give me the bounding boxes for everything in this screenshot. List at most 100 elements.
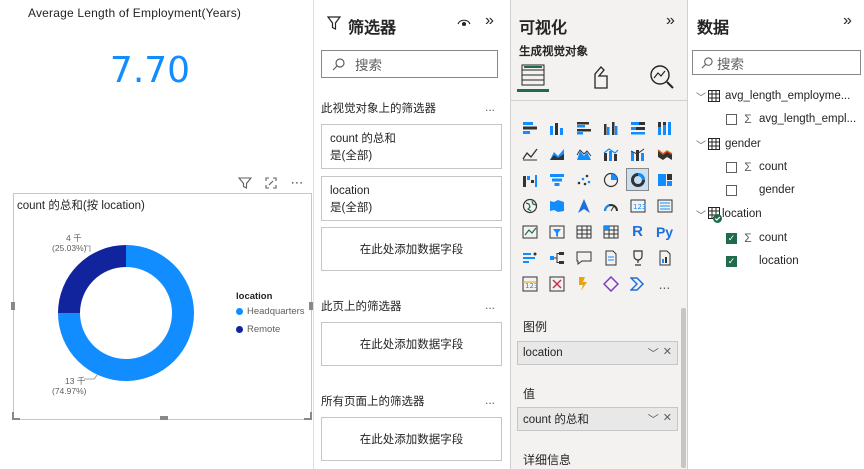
treemap-icon[interactable] [654,169,675,190]
filter-card-count[interactable]: count 的总和 是(全部) [321,124,502,169]
kpi-icon[interactable] [519,221,540,242]
more-options-icon[interactable]: ⋯ [288,174,306,192]
power-apps-diamond-icon[interactable] [600,273,621,294]
field-checkbox[interactable] [726,161,737,173]
map-icon[interactable] [519,195,540,216]
qna-icon[interactable] [573,247,594,268]
collapse-chevron-icon[interactable]: » [485,12,494,30]
table-name: location [722,208,762,220]
eye-icon[interactable] [457,17,471,29]
r-visual-icon[interactable]: R [627,221,648,242]
table-icon[interactable] [573,221,594,242]
build-visual-label: 生成视觉对象 [519,46,588,58]
close-icon[interactable]: ✕ [663,411,672,427]
analytics-icon[interactable] [649,64,675,95]
sigma-icon: Σ [744,112,752,126]
legend-item-headquarters[interactable]: Headquarters [236,306,305,317]
add-all-pages-filter-field[interactable]: 在此处添加数据字段 [321,417,502,461]
legend-well-field[interactable]: location ﹀ ✕ [517,341,678,365]
stacked-area-icon[interactable] [573,143,594,164]
power-automate-flow-icon[interactable] [627,273,648,294]
matrix-icon[interactable] [600,221,621,242]
scatter-chart-icon[interactable] [573,169,594,190]
field-checkbox-checked[interactable]: ✓ [726,255,737,267]
stacked-bar-icon[interactable] [519,117,540,138]
clustered-bar-icon[interactable] [573,117,594,138]
line-clustered-column-icon[interactable] [600,143,621,164]
python-visual-icon[interactable]: Py [654,221,675,242]
gauge-icon[interactable] [600,195,621,216]
resize-corner-bottom-right[interactable] [304,412,312,420]
filter-state: 是(全部) [330,150,373,162]
area-chart-icon[interactable] [546,143,567,164]
legend-marker [236,308,243,315]
chevron-down-icon[interactable]: ﹀ [648,345,659,361]
resize-corner-bottom-left[interactable] [12,412,20,420]
metrics-trophy-icon[interactable] [627,247,648,268]
focus-mode-icon[interactable] [262,174,280,192]
stacked-column-icon[interactable] [546,117,567,138]
build-visual-tab[interactable] [517,60,549,92]
table-location[interactable]: ﹀ location [696,204,762,224]
field-checkbox[interactable] [726,113,737,125]
filters-search-input[interactable]: 搜索 [321,50,498,78]
search-placeholder: 搜索 [355,58,382,73]
visual-header-toolbar: ⋯ [236,174,306,192]
ribbon-chart-icon[interactable] [654,143,675,164]
field-avg-length-employment[interactable]: Σ avg_length_empl... [726,109,856,129]
power-apps-icon[interactable] [546,273,567,294]
more-options-icon[interactable]: ... [485,393,495,407]
close-icon[interactable]: ✕ [663,345,672,361]
more-options-icon[interactable]: ... [485,298,495,312]
legend-item-remote[interactable]: Remote [236,324,280,335]
arcgis-map-icon[interactable]: 123 [519,273,540,294]
pie-chart-icon[interactable] [600,169,621,190]
more-visuals-icon[interactable]: ... [654,273,675,294]
slicer-icon[interactable] [546,221,567,242]
chevron-down-icon: ﹀ [696,210,706,222]
data-search-input[interactable]: 搜索 [692,50,861,75]
100-stacked-bar-icon[interactable] [627,117,648,138]
table-avg-length-employment[interactable]: ﹀ avg_length_employme... [696,86,850,106]
more-options-icon[interactable]: ... [485,100,495,114]
line-stacked-column-icon[interactable] [627,143,648,164]
donut-chart-icon[interactable] [626,168,649,191]
field-gender[interactable]: gender [726,180,795,200]
filled-map-icon[interactable] [546,195,567,216]
smart-narrative-icon[interactable] [600,247,621,268]
waterfall-icon[interactable] [519,169,540,190]
resize-handle-bottom[interactable] [160,416,168,420]
100-stacked-column-icon[interactable] [654,117,675,138]
filter-icon[interactable] [236,174,254,192]
card-icon[interactable]: 123 [627,195,648,216]
scrollbar[interactable] [681,308,686,468]
funnel-icon[interactable] [546,169,567,190]
decomposition-tree-icon[interactable] [546,247,567,268]
check-badge-icon [713,213,722,223]
values-well-field[interactable]: count 的总和 ﹀ ✕ [517,407,678,431]
power-automate-icon[interactable] [573,273,594,294]
field-gender-count[interactable]: Σ count [726,157,787,177]
collapse-chevron-icon[interactable]: » [666,12,675,30]
chevron-down-icon[interactable]: ﹀ [648,411,659,427]
search-icon [701,56,713,68]
resize-handle-left[interactable] [11,302,15,310]
key-influencers-icon[interactable] [519,247,540,268]
field-location-count[interactable]: ✓ Σ count [726,228,787,248]
format-visual-icon[interactable] [589,64,613,96]
paginated-report-icon[interactable] [654,247,675,268]
collapse-chevron-icon[interactable]: » [843,12,852,30]
line-chart-icon[interactable] [519,143,540,164]
field-location[interactable]: ✓ location [726,251,799,271]
clustered-column-icon[interactable] [600,117,621,138]
report-canvas: Average Length of Employment(Years) 7.70… [0,0,313,469]
filter-state: 是(全部) [330,202,373,214]
table-gender[interactable]: ﹀ gender [696,134,761,154]
filter-card-location[interactable]: location 是(全部) [321,176,502,221]
field-checkbox[interactable] [726,184,737,196]
add-page-filter-field[interactable]: 在此处添加数据字段 [321,322,502,366]
azure-map-icon[interactable] [573,195,594,216]
field-checkbox-checked[interactable]: ✓ [726,232,737,244]
multi-row-card-icon[interactable] [654,195,675,216]
add-visual-filter-field[interactable]: 在此处添加数据字段 [321,227,502,271]
